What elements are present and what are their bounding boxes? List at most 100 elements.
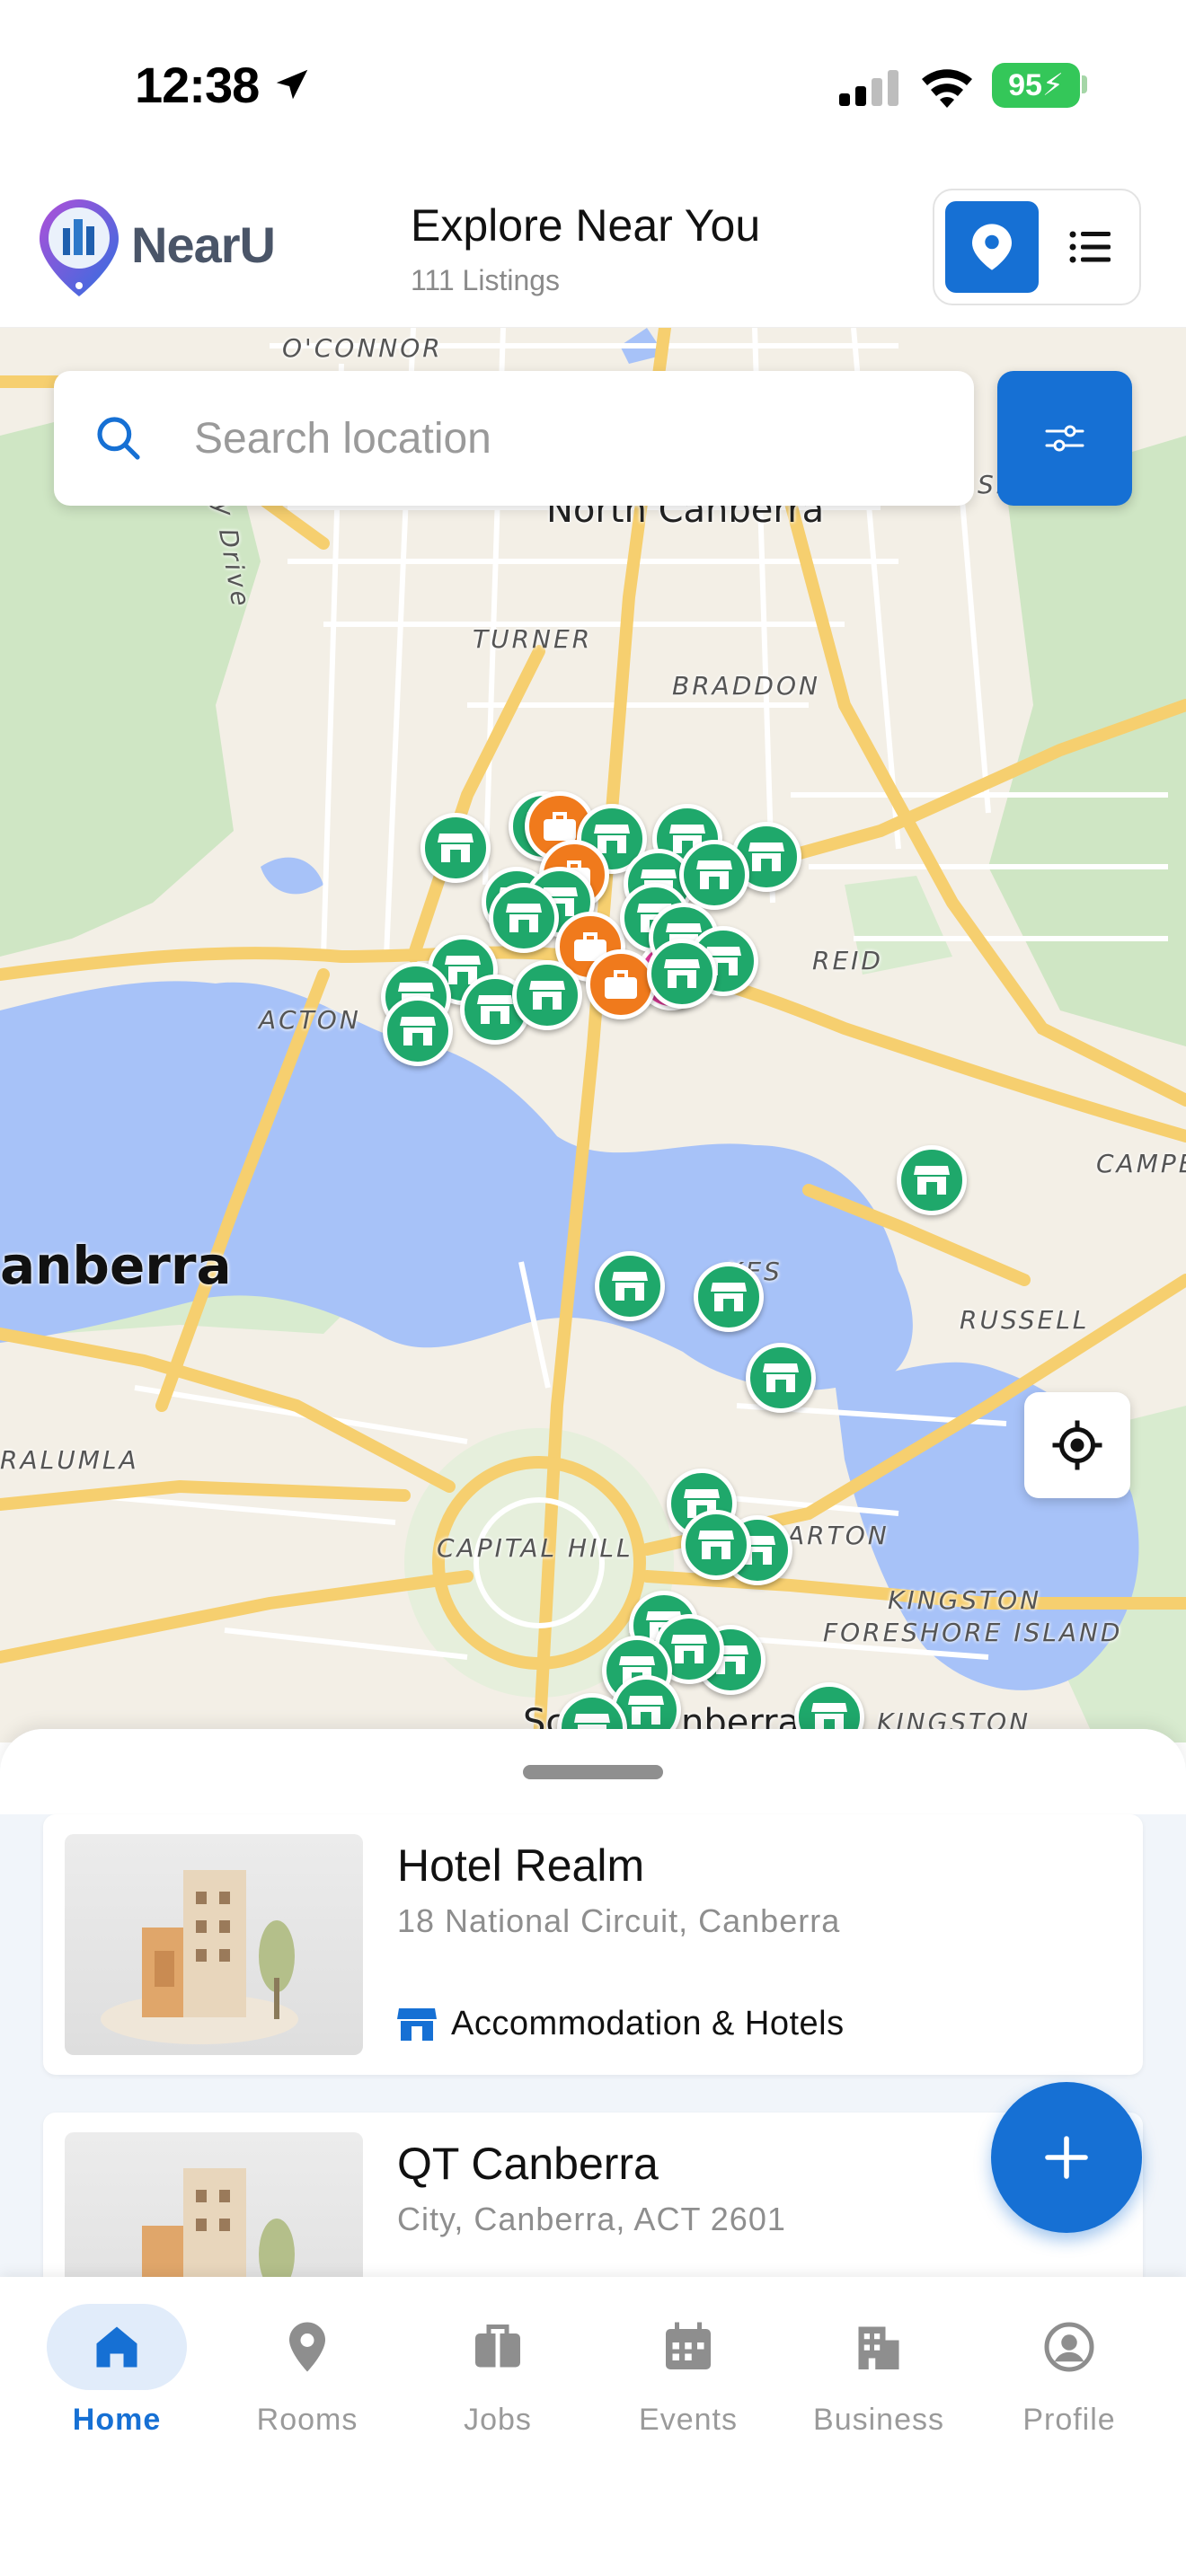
profile-icon (1044, 2322, 1094, 2372)
wifi-icon (922, 69, 972, 108)
storefront-icon (400, 1017, 436, 1045)
storefront-icon (664, 959, 700, 988)
map-base (0, 328, 1186, 1742)
tab-jobs[interactable]: Jobs (408, 2304, 588, 2448)
map-marker-business[interactable] (694, 1262, 764, 1332)
map-marker-business[interactable] (746, 1343, 816, 1413)
calendar-icon (666, 2322, 711, 2369)
map-label-canberra: anberra (0, 1235, 232, 1296)
search-icon (97, 417, 140, 460)
map-label-barton: ARTON (787, 1521, 890, 1550)
storefront-icon (477, 995, 513, 1024)
listing-address: 18 National Circuit, Canberra (397, 1902, 841, 1939)
briefcase-icon (605, 970, 637, 999)
tab-label: Rooms (256, 2403, 358, 2437)
page-title: Explore Near You (411, 200, 761, 251)
map-marker-business[interactable] (595, 1251, 665, 1321)
building-illustration-icon (142, 2168, 295, 2277)
map-label-kingston: KINGSTON (888, 1585, 1042, 1615)
map-label-oconnor: O'CONNOR (282, 333, 443, 363)
briefcase-icon (475, 2325, 520, 2368)
listing-thumbnail (65, 2132, 363, 2277)
storefront-icon (529, 981, 565, 1010)
location-arrow-icon (276, 69, 308, 100)
map-view[interactable]: O'CONNOR North Canberra TURNER BRADDON R… (0, 328, 1186, 1742)
tab-profile[interactable]: Profile (979, 2304, 1159, 2448)
map-marker-business[interactable] (897, 1145, 967, 1215)
status-time: 12:38 (135, 57, 260, 113)
map-marker-business[interactable] (420, 813, 491, 883)
home-icon (96, 2326, 137, 2368)
map-label-braddon: BRADDON (672, 671, 820, 701)
storefront-icon (698, 1531, 734, 1559)
storefront-icon (612, 1272, 648, 1301)
map-label-acton: ACTON (259, 1005, 361, 1035)
map-marker-business[interactable] (383, 996, 453, 1066)
listing-count: 111 Listings (411, 264, 561, 296)
storefront-icon (914, 1166, 950, 1195)
listing-category-label: Accommodation & Hotels (451, 2005, 845, 2042)
listing-card[interactable]: Hotel Realm 18 National Circuit, Canberr… (43, 1814, 1143, 2075)
storefront-icon (711, 1283, 747, 1311)
tab-label: Events (639, 2403, 738, 2437)
tab-label: Jobs (464, 2403, 532, 2437)
filter-button[interactable] (997, 371, 1132, 506)
tab-label: Home (72, 2403, 162, 2437)
building-icon (858, 2326, 899, 2369)
tab-home[interactable]: Home (27, 2304, 207, 2448)
listing-address: City, Canberra, ACT 2601 (397, 2201, 786, 2237)
building-illustration-icon (101, 1870, 298, 2044)
map-label-foreshore-island: FORESHORE ISLAND (823, 1618, 1123, 1647)
add-listing-button[interactable] (991, 2082, 1142, 2233)
storefront-icon (748, 842, 784, 871)
battery-indicator: 95 ⚡ (992, 63, 1080, 108)
tab-rooms[interactable]: Rooms (217, 2304, 397, 2448)
listing-card[interactable]: QT Canberra City, Canberra, ACT 2601 (43, 2113, 1143, 2277)
logo-text: NearU (131, 216, 276, 273)
listing-name: Hotel Realm (397, 1840, 645, 1891)
status-bar: 12:38 95 ⚡ (0, 0, 1186, 180)
drag-handle[interactable] (523, 1765, 663, 1779)
storefront-icon (506, 904, 542, 932)
plus-icon (1045, 2136, 1088, 2179)
map-label-capital-hill: CAPITAL HILL (437, 1533, 633, 1563)
nearu-logo-icon (40, 199, 119, 296)
battery-level: 95 (1008, 67, 1042, 102)
map-pin-icon (972, 224, 1012, 270)
crosshair-icon (1052, 1420, 1102, 1470)
tab-label: Business (813, 2403, 944, 2437)
my-location-button[interactable] (1024, 1392, 1130, 1498)
map-marker-business[interactable] (681, 1510, 751, 1580)
tab-business[interactable]: Business (789, 2304, 969, 2448)
map-marker-business[interactable] (647, 939, 717, 1009)
tab-events[interactable]: Events (598, 2304, 778, 2448)
storefront-icon (438, 834, 474, 862)
charging-bolt-icon: ⚡ (1041, 68, 1064, 102)
map-pin-icon (289, 2322, 325, 2372)
map-label-reid: REID (812, 946, 883, 975)
map-marker-job[interactable] (586, 949, 656, 1019)
listing-category: Accommodation & Hotels (397, 2005, 845, 2043)
map-label-russell: RUSSELL (960, 1305, 1090, 1335)
cellular-signal-icon (839, 70, 898, 106)
map-marker-business[interactable] (489, 883, 559, 953)
storefront-icon (397, 2007, 437, 2041)
storefront-icon (628, 1696, 664, 1725)
map-label-campbell: CAMPE (1096, 1149, 1186, 1178)
map-label-yarralumla: RALUMLA (0, 1445, 139, 1475)
briefcase-icon (544, 812, 576, 841)
listing-thumbnail (65, 1834, 363, 2055)
storefront-icon (696, 860, 732, 889)
map-marker-business[interactable] (679, 840, 749, 910)
storefront-icon (671, 1635, 707, 1663)
sliders-icon (1045, 425, 1084, 452)
map-marker-business[interactable] (512, 960, 582, 1030)
storefront-icon (763, 1363, 799, 1392)
tab-label: Profile (1022, 2403, 1116, 2437)
list-icon (1069, 231, 1111, 263)
battery-tip (1082, 75, 1087, 93)
map-label-turner: TURNER (473, 624, 593, 654)
list-view-button[interactable] (1044, 201, 1137, 293)
map-view-button[interactable] (945, 201, 1039, 293)
search-input[interactable] (194, 404, 949, 472)
